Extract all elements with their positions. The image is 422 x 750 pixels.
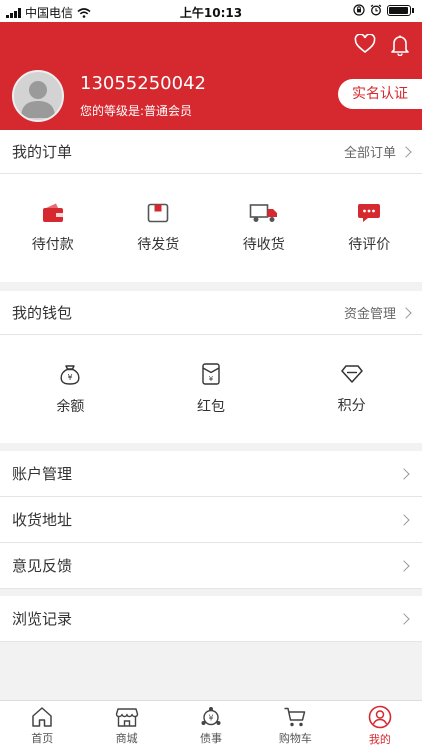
wallet-icon [42,203,63,222]
tab-shop[interactable]: 商城 [84,701,168,750]
orders-title: 我的订单 [12,143,73,161]
wallet-title: 我的钱包 [12,304,73,322]
chevron-right-icon [398,513,410,526]
order-label: 待付款 [31,237,74,253]
svg-text:¥: ¥ [208,713,213,722]
wallet-label: 余额 [56,399,85,415]
red-packet-icon: ¥ [202,363,220,385]
chevron-right-icon [398,467,410,480]
tab-debt[interactable]: ¥ 债事 [169,701,253,750]
order-pending-review[interactable]: 待评价 [317,174,422,282]
chevron-right-icon [398,559,410,572]
wallet-section: 我的钱包 资金管理 ¥ 余额 ¥ 红包 积分 [0,291,422,443]
truck-icon [249,204,277,222]
settings-list: 账户管理 收货地址 意见反馈 [0,451,422,589]
history-list: 浏览记录 [0,596,422,642]
all-orders-link[interactable]: 全部订单 [344,142,412,161]
orders-section: 我的订单 全部订单 待付款 待发货 待收货 待评价 [0,130,422,282]
alarm-icon [370,4,382,16]
wallet-red-packet[interactable]: ¥ 红包 [141,335,282,443]
real-name-verify-button[interactable]: 实名认证 [338,79,422,109]
order-label: 待收货 [242,237,285,253]
wallet-label: 红包 [197,399,225,415]
order-label: 待发货 [137,237,180,253]
home-icon [32,706,52,727]
order-label: 待评价 [348,237,391,253]
money-bag-icon: ¥ [60,365,80,385]
status-bar: 中国电信 上午10:13 [0,0,422,22]
chevron-right-icon [400,306,412,319]
wallet-balance[interactable]: ¥ 余额 [0,335,141,443]
account-management-row[interactable]: 账户管理 [0,451,422,497]
shipping-address-row[interactable]: 收货地址 [0,497,422,543]
tab-mine[interactable]: 我的 [338,701,422,750]
user-phone: 13055250042 [80,73,206,94]
bottom-tab-bar: 首页 商城 ¥ 债事 购物车 我的 [0,700,422,750]
fund-management-link[interactable]: 资金管理 [344,303,412,322]
member-level: 您的等级是:普通会员 [80,104,193,118]
order-pending-receipt[interactable]: 待收货 [211,174,317,282]
wallet-points[interactable]: 积分 [281,335,422,443]
order-pending-shipment[interactable]: 待发货 [106,174,212,282]
user-icon [368,705,392,728]
battery-icon [387,4,411,16]
package-icon [147,203,169,223]
svg-text:¥: ¥ [68,373,73,382]
order-pending-payment[interactable]: 待付款 [0,174,106,282]
diamond-icon [340,365,363,383]
bell-icon[interactable] [390,34,410,56]
debt-icon: ¥ [201,706,221,725]
chevron-right-icon [400,145,412,158]
profile-header: 13055250042 您的等级是:普通会员 实名认证 [0,22,422,130]
orders-header[interactable]: 我的订单 全部订单 [0,130,422,174]
default-user-icon [21,81,55,118]
lock-rotation-icon [353,4,365,16]
avatar[interactable] [12,70,64,122]
tab-home[interactable]: 首页 [0,701,84,750]
tab-cart[interactable]: 购物车 [253,701,337,750]
chat-icon [358,204,381,222]
wallet-label: 积分 [337,398,366,414]
heart-icon[interactable] [354,34,376,54]
cart-icon [284,707,306,726]
browsing-history-row[interactable]: 浏览记录 [0,596,422,642]
feedback-row[interactable]: 意见反馈 [0,543,422,589]
shop-icon [115,707,138,727]
svg-text:¥: ¥ [209,375,214,383]
wallet-header[interactable]: 我的钱包 资金管理 [0,291,422,335]
chevron-right-icon [398,612,410,625]
